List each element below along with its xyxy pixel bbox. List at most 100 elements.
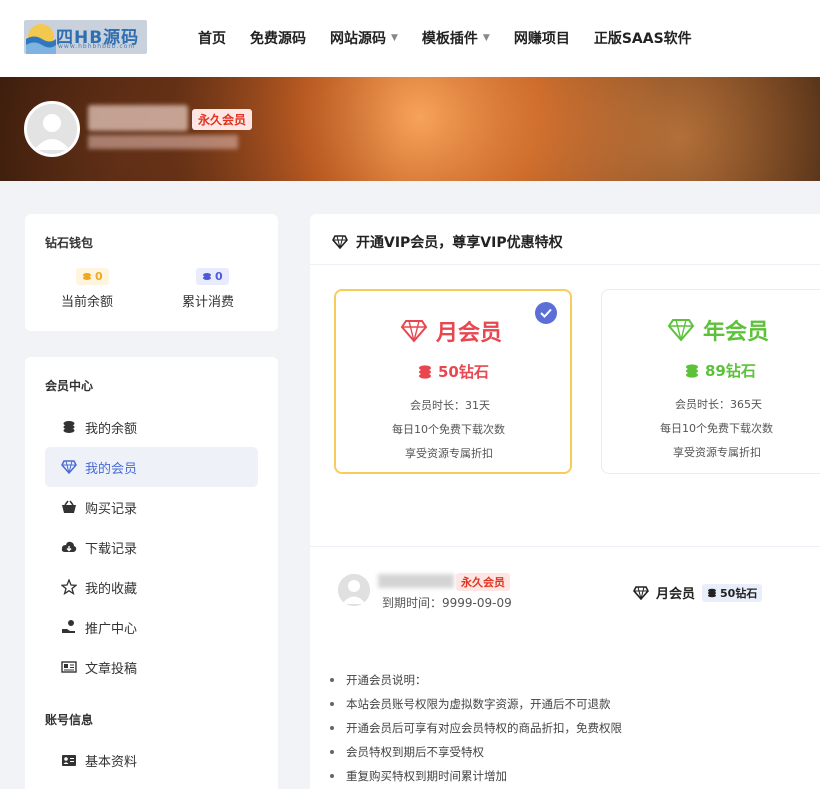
list-item: 开通会员后可享有对应会员特权的商品折扣，免费权限: [330, 716, 622, 740]
coins-icon: [83, 272, 91, 280]
plan-name: 年会员: [667, 314, 769, 346]
membership-badge: 永久会员: [456, 573, 510, 591]
menu-basic-profile[interactable]: 基本资料: [45, 740, 258, 780]
nav-home-label: 首页: [198, 31, 226, 47]
diamond-icon: [332, 235, 348, 249]
plan-downloads: 每日10个免费下载次数: [660, 422, 773, 435]
user-avatar-icon: [338, 574, 370, 606]
vip-heading-text: 开通VIP会员，尊享VIP优惠特权: [356, 235, 563, 251]
account-info-title: 账号信息: [45, 713, 94, 727]
plan-price-text: 50钻石: [438, 363, 489, 381]
menu-label: 文章投稿: [85, 661, 138, 677]
top-navbar: 四HB源码 www.hbhbhbbb.com 首页 免费源码 网站源码 ▼ 模板插…: [0, 0, 820, 77]
user-avatar-icon: [27, 104, 77, 154]
plan-duration: 会员时长：31天: [410, 399, 490, 412]
plan-duration: 会员时长：365天: [675, 398, 762, 411]
menu-my-balance[interactable]: 我的余额: [45, 407, 258, 447]
plan-price-text: 89钻石: [705, 362, 756, 380]
diamond-icon: [633, 585, 649, 600]
vip-heading: 开通VIP会员，尊享VIP优惠特权: [332, 232, 563, 252]
nav-site-source[interactable]: 网站源码 ▼: [330, 28, 398, 48]
site-logo[interactable]: 四HB源码 www.hbhbhbbb.com: [24, 20, 147, 54]
chevron-down-icon: ▼: [482, 33, 490, 43]
coins-icon: [419, 364, 431, 379]
menu-label: 我的会员: [85, 461, 138, 477]
menu-label: 我的余额: [85, 421, 138, 437]
hand-coin-icon: [61, 619, 77, 635]
newspaper-icon: [61, 659, 77, 675]
member-center-title: 会员中心: [45, 379, 94, 393]
balance-label: 当前余额: [61, 295, 114, 310]
membership-notes: 开通会员说明： 本站会员账号权限为虚拟数字资源，开通后不可退款 开通会员后可享有…: [330, 668, 622, 788]
expire-date: 到期时间：9999-09-09: [382, 596, 512, 610]
spent-label: 累计消费: [182, 295, 235, 310]
diamond-icon: [667, 319, 695, 342]
list-item: 重复购买特权到期时间累计增加: [330, 764, 622, 788]
plan-name: 月会员: [400, 315, 502, 347]
diamond-icon: [400, 320, 428, 343]
current-plan-price: 50钻石: [720, 586, 758, 600]
selected-check-icon: [535, 302, 557, 324]
coins-icon: [708, 588, 717, 597]
list-item: 会员特权到期后不享受特权: [330, 740, 622, 764]
list-item: 本站会员账号权限为虚拟数字资源，开通后不可退款: [330, 692, 622, 716]
main-nav: 首页 免费源码 网站源码 ▼ 模板插件 ▼ 网赚项目 正版SAAS软件: [198, 28, 716, 48]
id-card-icon: [61, 752, 77, 768]
membership-badge: 永久会员: [192, 109, 253, 130]
basket-icon: [61, 499, 77, 515]
user-info-blurred: [88, 135, 238, 149]
diamond-icon: [61, 459, 77, 475]
plan-discount: 享受资源专属折扣: [673, 446, 761, 459]
nav-home[interactable]: 首页: [198, 28, 226, 48]
menu-promotion-center[interactable]: 推广中心: [45, 607, 258, 647]
plan-name-text: 年会员: [703, 320, 770, 345]
menu-label: 购买记录: [85, 501, 138, 517]
plan-name-text: 月会员: [436, 321, 503, 346]
nav-saas[interactable]: 正版SAAS软件: [594, 28, 692, 48]
plan-price: 50钻石: [417, 361, 489, 382]
current-plan-name: 月会员: [656, 587, 696, 602]
logo-subtext: www.hbhbhbbb.com: [58, 43, 136, 50]
cloud-download-icon: [61, 539, 77, 555]
plan-discount: 享受资源专属折扣: [405, 447, 493, 460]
menu-my-membership[interactable]: 我的会员: [45, 447, 258, 487]
current-plan-price-badge: 50钻石: [702, 583, 763, 602]
menu-article-submission[interactable]: 文章投稿: [45, 647, 258, 687]
nav-templates-label: 模板插件: [421, 31, 478, 47]
menu-download-records[interactable]: 下载记录: [45, 527, 258, 567]
list-item: 开通会员说明：: [330, 668, 622, 692]
username-blurred: [378, 574, 454, 588]
menu-label: 我的收藏: [85, 581, 138, 597]
divider: [310, 546, 820, 547]
menu-label: 下载记录: [85, 541, 138, 557]
star-icon: [61, 579, 77, 595]
current-plan: 月会员 50钻石: [633, 583, 763, 602]
nav-free-source-label: 免费源码: [250, 31, 306, 47]
balance-badge: 0: [76, 268, 109, 285]
diamond-wallet-card: 钻石钱包: [25, 214, 278, 331]
plan-card-monthly[interactable]: 月会员 50钻石 会员时长：31天 每日10个免费下载次数 享受资源专属折扣: [334, 289, 572, 474]
plan-downloads: 每日10个免费下载次数: [392, 423, 505, 436]
coins-icon: [61, 419, 77, 435]
menu-label: 基本资料: [85, 754, 138, 770]
nav-free-source[interactable]: 免费源码: [250, 28, 306, 48]
coins-icon: [203, 272, 211, 280]
menu-label: 推广中心: [85, 621, 138, 637]
balance-value: 0: [95, 270, 103, 283]
divider: [310, 264, 820, 265]
nav-projects-label: 网赚项目: [513, 31, 570, 47]
username-blurred: [88, 105, 188, 131]
nav-templates[interactable]: 模板插件 ▼: [422, 28, 490, 48]
coins-icon: [686, 363, 698, 378]
avatar: [338, 574, 370, 606]
avatar[interactable]: [24, 101, 80, 157]
menu-favorites[interactable]: 我的收藏: [45, 567, 258, 607]
spent-badge: 0: [196, 268, 229, 285]
chevron-down-icon: ▼: [391, 33, 398, 43]
plan-card-yearly[interactable]: 年会员 89钻石 会员时长：365天 每日10个免费下载次数 享受资源专属折扣: [601, 289, 820, 474]
menu-purchase-records[interactable]: 购买记录: [45, 487, 258, 527]
plan-price: 89钻石: [684, 360, 756, 381]
nav-projects[interactable]: 网赚项目: [514, 28, 570, 48]
nav-saas-label: 正版SAAS软件: [593, 31, 692, 47]
spent-value: 0: [215, 270, 223, 283]
